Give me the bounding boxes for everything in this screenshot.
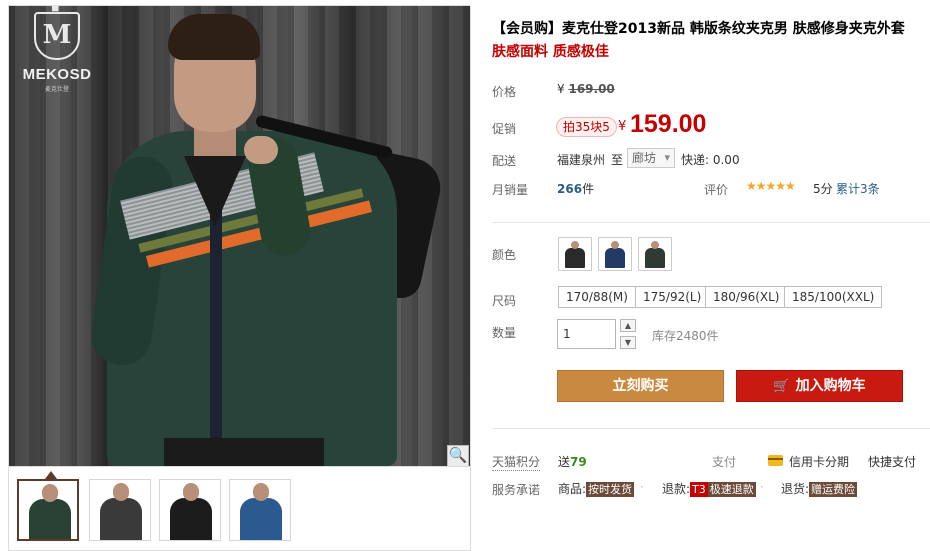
service-tag: 赠运费险	[809, 482, 858, 497]
service-tag: 极速退款	[707, 482, 756, 497]
thumb-jacket	[240, 498, 282, 540]
credit-card-installment[interactable]: 信用卡分期	[789, 453, 849, 470]
destination-select[interactable]: 廊坊	[627, 148, 676, 168]
brand-logo: M MEKOSD 麦克仕登	[19, 6, 95, 93]
hand-shape	[244, 136, 278, 164]
swatch-jacket	[645, 248, 665, 268]
currency-symbol: ¥	[557, 82, 565, 96]
main-product-image[interactable]: M MEKOSD 麦克仕登	[9, 6, 470, 466]
swatch-head	[651, 241, 659, 249]
product-title: 【会员购】麦克仕登2013新品 韩版条纹夹克男 肤感修身夹克外套	[492, 21, 905, 37]
brand-crest-icon: M	[34, 6, 80, 60]
original-price: ¥ 169.00	[557, 82, 615, 96]
size-option-xxl[interactable]: 185/100(XXL)	[784, 286, 883, 308]
size-label: 尺码	[492, 294, 517, 308]
product-gallery: M MEKOSD 麦克仕登 🔍	[8, 5, 471, 551]
points-value: 送79	[558, 453, 587, 470]
service-item-refund[interactable]: 退款: T3 极速退款	[662, 480, 756, 497]
service-prefix: 退款:	[662, 482, 691, 496]
thumbnail-3[interactable]	[159, 479, 221, 541]
thumb-head	[253, 483, 269, 501]
rating-label: 评价	[704, 183, 729, 197]
thumb-head	[183, 483, 199, 501]
divider	[492, 428, 930, 429]
original-price-value: 169.00	[568, 82, 615, 96]
cart-icon: 🛒	[773, 379, 790, 394]
add-to-cart-label: 加入购物车	[795, 378, 866, 394]
service-item-goods[interactable]: 商品: 按时发货	[558, 480, 635, 497]
credit-card-icon	[768, 455, 783, 466]
color-swatch-dark-green[interactable]	[638, 237, 672, 271]
color-swatch-black[interactable]	[558, 237, 592, 271]
brand-name: MEKOSD	[22, 66, 92, 83]
shipping-fee: 快递: 0.00	[681, 153, 740, 167]
rating-score: 5分	[813, 182, 833, 196]
separator-dot: ·	[760, 480, 764, 494]
promo-label: 促销	[492, 122, 517, 136]
service-prefix: 商品:	[558, 482, 587, 496]
product-info-panel: 【会员购】麦克仕登2013新品 韩版条纹夹克男 肤感修身夹克外套 肤感面料 质感…	[492, 0, 930, 551]
thumb-jacket	[170, 498, 212, 540]
monthly-sales: 266件	[557, 180, 594, 197]
hair-shape	[168, 14, 260, 60]
swatch-jacket	[565, 248, 585, 268]
payment-label: 支付	[712, 455, 737, 469]
quantity-input[interactable]	[557, 319, 616, 349]
swatch-head	[611, 241, 619, 249]
swatch-head	[571, 241, 579, 249]
promo-price: 159.00	[630, 110, 707, 138]
promo-currency: ¥	[618, 119, 627, 134]
thumb-head	[113, 483, 129, 501]
service-label: 服务承诺	[492, 483, 541, 497]
swatch-jacket	[605, 248, 625, 268]
model-figure	[87, 6, 446, 466]
sales-count: 266	[557, 182, 583, 196]
thumbnail-2[interactable]	[89, 479, 151, 541]
rating-stars-icon: ★★★★★	[746, 179, 796, 193]
divider	[492, 222, 930, 223]
service-tag: 按时发货	[586, 482, 635, 497]
separator-dot: ·	[640, 480, 644, 494]
review-count-link[interactable]: 累计3条	[836, 180, 880, 197]
product-subtitle: 肤感面料 质感极佳	[492, 44, 609, 60]
thumb-jacket	[29, 499, 71, 539]
quantity-label: 数量	[492, 326, 517, 340]
t3-badge: T3	[690, 482, 708, 497]
size-option-m[interactable]: 170/88(M)	[558, 286, 636, 308]
thumb-head	[42, 484, 58, 502]
sales-unit: 件	[582, 182, 595, 196]
add-to-cart-button[interactable]: 🛒 加入购物车	[736, 370, 903, 402]
thumbnail-strip	[9, 466, 470, 550]
quick-pay[interactable]: 快捷支付	[868, 453, 916, 470]
thumb-jacket	[100, 498, 142, 540]
stock-count: 库存2480件	[652, 329, 719, 343]
brand-subname: 麦克仕登	[44, 86, 69, 93]
size-option-l[interactable]: 175/92(L)	[635, 286, 710, 308]
points-label[interactable]: 天猫积分	[492, 453, 541, 471]
points-prefix: 送	[558, 455, 571, 469]
quantity-increase-icon[interactable]: ▲	[620, 319, 636, 332]
jacket-placket	[210, 186, 222, 466]
ship-to-label: 至	[611, 153, 624, 167]
service-item-return[interactable]: 退货: 赠运费险	[781, 480, 858, 497]
pants-shape	[164, 438, 324, 466]
sales-label: 月销量	[492, 183, 529, 197]
zoom-icon[interactable]: 🔍	[447, 445, 469, 467]
points-number: 79	[570, 455, 587, 469]
size-option-xl[interactable]: 180/96(XL)	[705, 286, 788, 308]
color-swatch-navy[interactable]	[598, 237, 632, 271]
ship-from: 福建泉州	[557, 153, 606, 167]
service-prefix: 退货:	[781, 482, 810, 496]
color-label: 颜色	[492, 248, 517, 262]
promo-tag: 拍35块5	[556, 117, 617, 137]
buy-now-button[interactable]: 立刻购买	[557, 370, 724, 402]
thumbnail-1[interactable]	[17, 479, 79, 541]
shipping-label: 配送	[492, 154, 517, 168]
price-label: 价格	[492, 85, 517, 99]
active-thumb-caret	[45, 471, 57, 479]
quantity-decrease-icon[interactable]: ▼	[620, 336, 636, 349]
thumbnail-4[interactable]	[229, 479, 291, 541]
